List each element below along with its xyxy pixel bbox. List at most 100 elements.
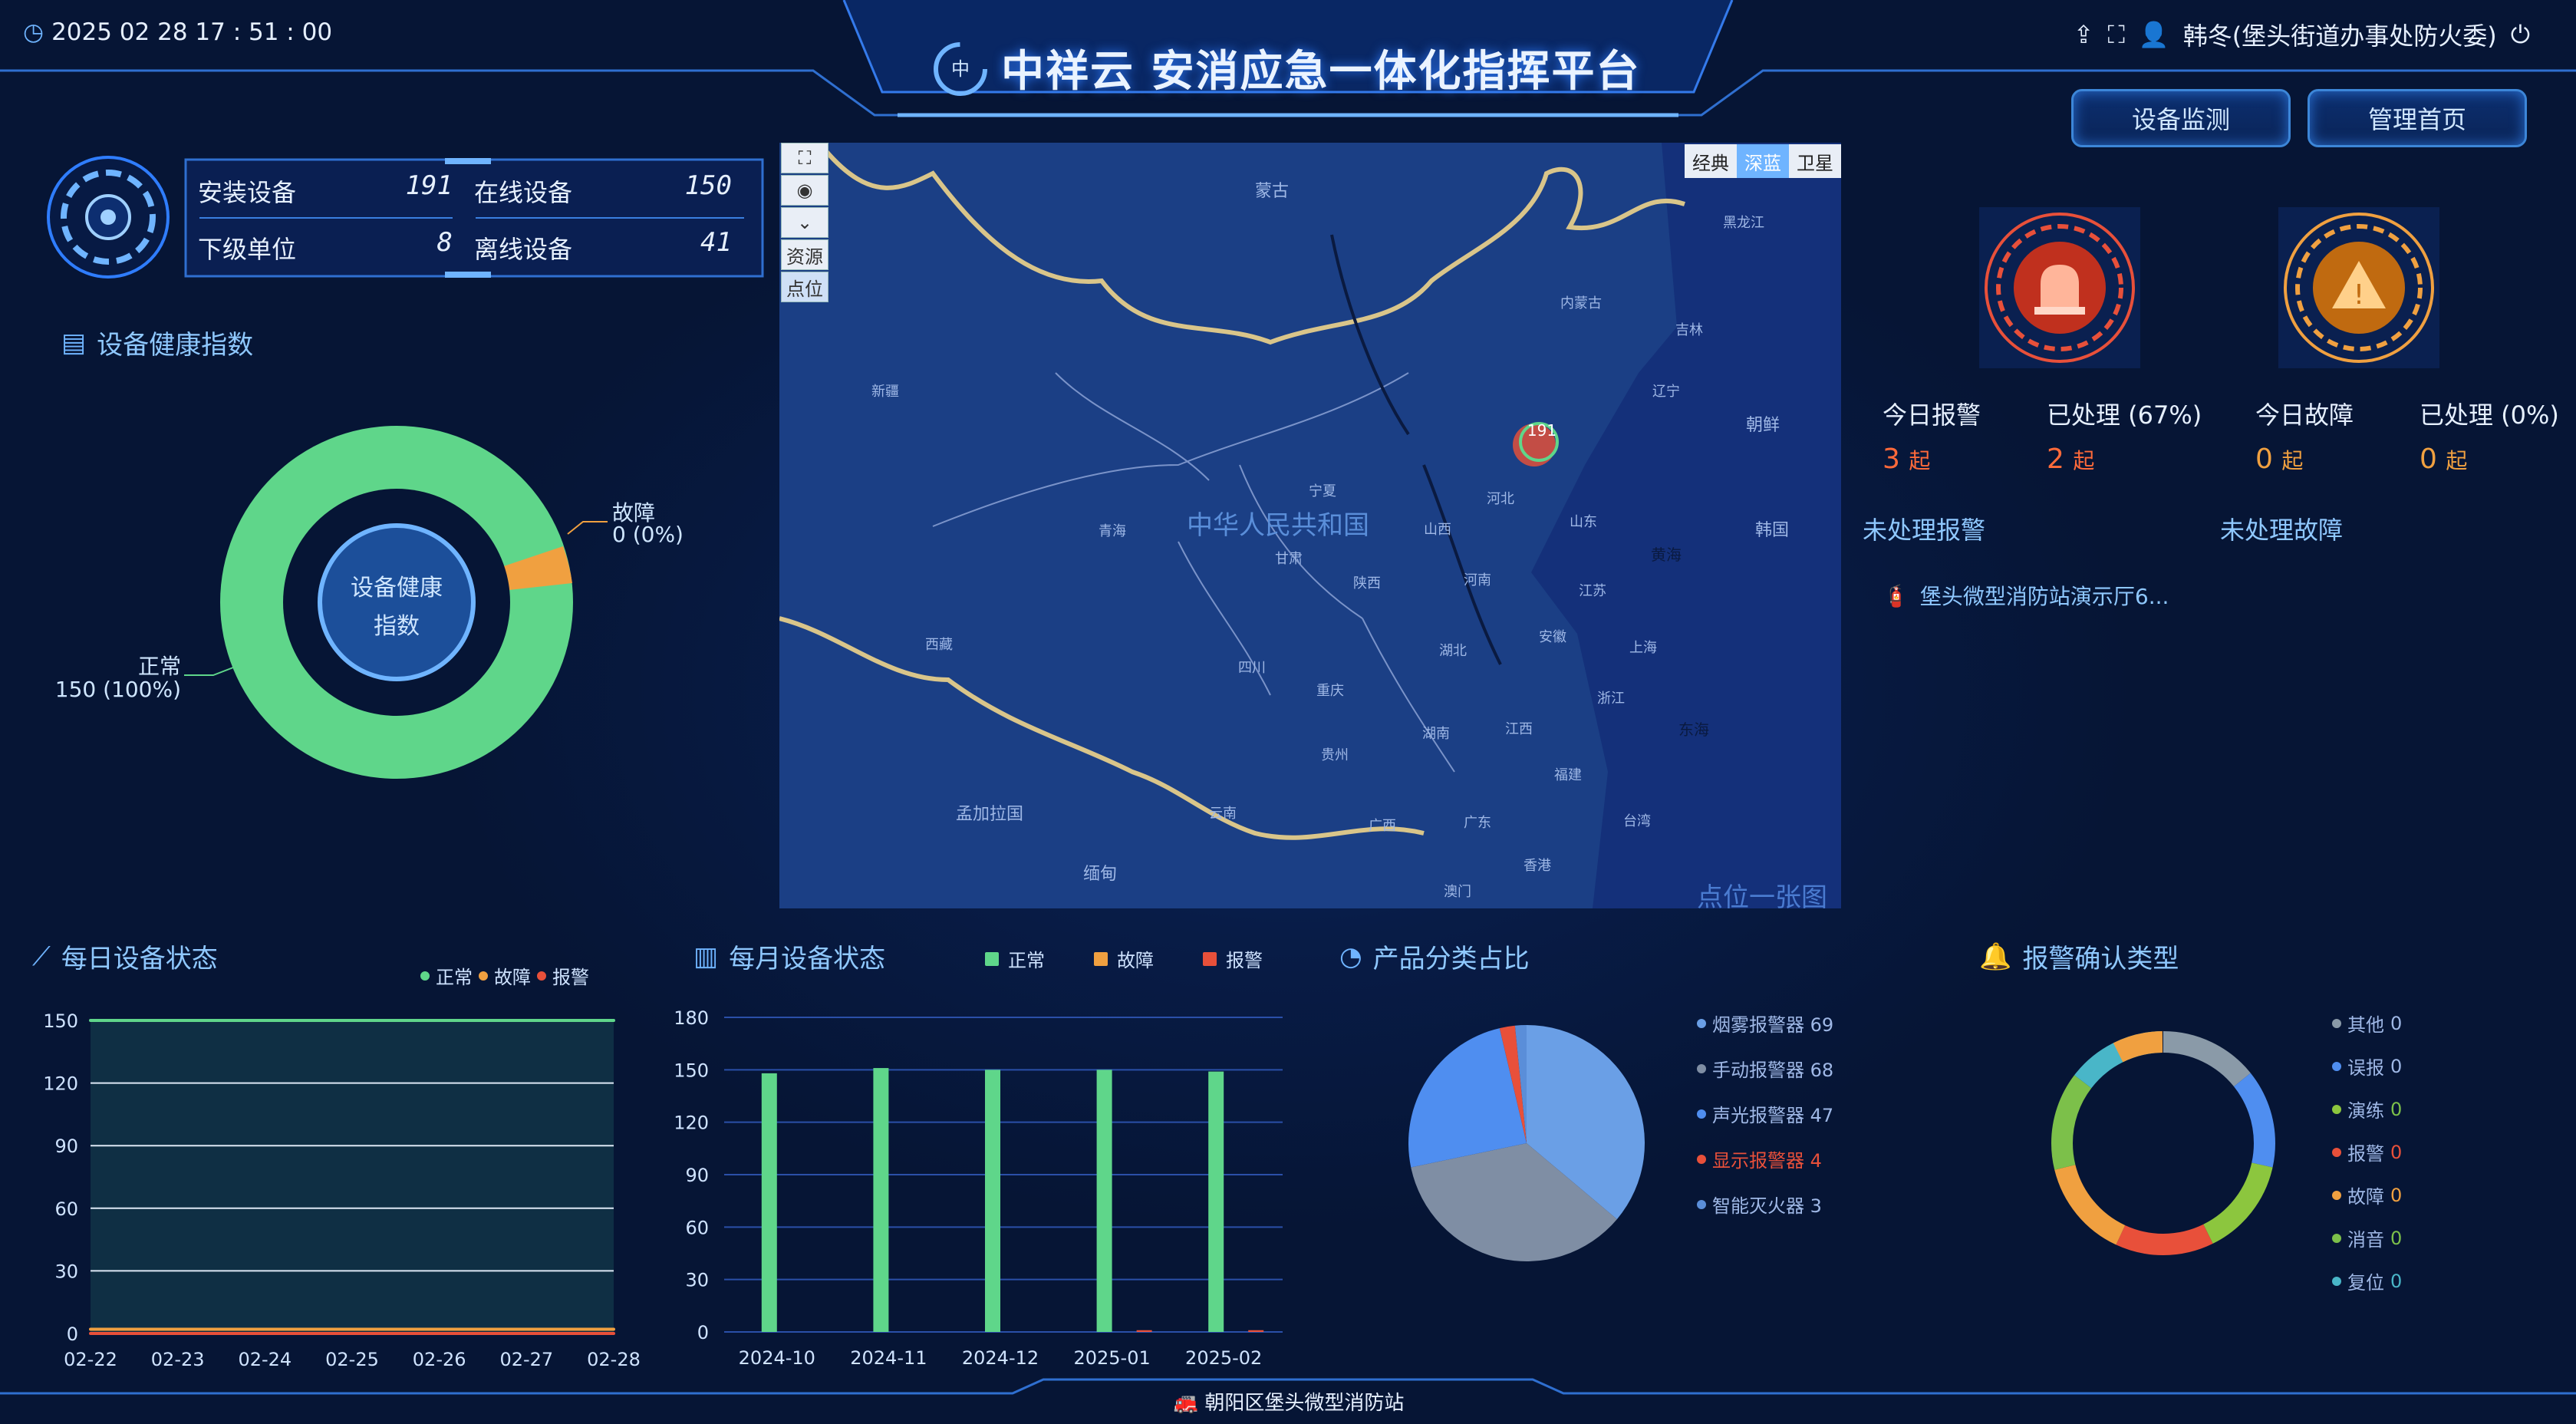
daily-legend: 正常 故障 报警 (420, 962, 589, 989)
daily-xtick: 02-24 (238, 1349, 292, 1370)
map-label-shandong: 山东 (1570, 514, 1597, 530)
map-type-switch: 经典 深蓝 卫星 (1685, 144, 1841, 178)
daily-point (437, 1327, 441, 1331)
map-resource-button[interactable]: 资源 (781, 239, 828, 270)
fault-processed-value: 0 起 (2420, 443, 2468, 475)
monthly-xtick: 2024-11 (850, 1347, 927, 1369)
confirm-legend-item[interactable]: 误报 0 (2332, 1053, 2402, 1080)
confirm-legend-name: 复位 (2347, 1272, 2384, 1294)
daily-point (525, 1327, 529, 1331)
map-type-classic[interactable]: 经典 (1685, 144, 1737, 178)
monthly-ytick: 0 (697, 1322, 709, 1343)
health-title: ▤ 设备健康指数 (61, 327, 254, 361)
daily-point (612, 1327, 615, 1331)
monthly-legend-normal (985, 951, 999, 966)
monthly-ytick: 150 (674, 1060, 709, 1081)
footer-station: 🚒 朝阳区堡头微型消防站 (1173, 1392, 1405, 1415)
map-label-taiwan: 台湾 (1623, 813, 1651, 829)
daily-xtick: 02-25 (325, 1349, 379, 1370)
monthly-bar (1208, 1071, 1224, 1332)
device-monitor-button[interactable]: 设备监测 (2071, 89, 2291, 147)
daily-point (176, 1332, 180, 1335)
confirm-legend-item[interactable]: 消音 0 (2332, 1225, 2402, 1251)
confirm-legend-dot (2332, 1147, 2341, 1157)
product-legend-item[interactable]: 烟雾报警器 69 (1697, 1010, 1833, 1037)
product-legend-item[interactable]: 显示报警器 4 (1697, 1145, 1833, 1172)
map-label-xinjiang: 新疆 (871, 384, 899, 400)
online-value: 150 (684, 170, 732, 201)
user-icon: 👤 (2138, 20, 2169, 49)
map-point-button[interactable]: 点位 (781, 272, 828, 302)
map-label-hebei: 河北 (1487, 491, 1514, 507)
daily-point (525, 1332, 529, 1335)
gear-icon (47, 156, 170, 279)
fault-processed-label: 已处理 (0%) (2420, 400, 2559, 430)
alarm-list-item[interactable]: 🧯 堡头微型消防站演示厅6... (1883, 580, 2169, 611)
daily-ytick: 120 (43, 1073, 78, 1095)
map-label-korea: 韩国 (1755, 521, 1789, 540)
confirm-legend-item[interactable]: 报警 0 (2332, 1139, 2402, 1165)
confirm-legend-name: 其他 (2347, 1014, 2384, 1036)
map-label-anhui: 安徽 (1539, 629, 1566, 645)
map-label-bangladesh: 孟加拉国 (956, 805, 1023, 824)
confirm-legend-dot (2332, 1018, 2341, 1028)
map-label-huanghai: 黄海 (1651, 546, 1682, 564)
power-icon[interactable]: ⏻ (2511, 20, 2530, 50)
map-locate-icon[interactable]: ◉ (781, 175, 828, 206)
product-legend-item[interactable]: 手动报警器 68 (1697, 1055, 1833, 1082)
product-legend-item[interactable]: 声光报警器 47 (1697, 1100, 1833, 1127)
admin-home-button[interactable]: 管理首页 (2308, 89, 2527, 147)
map-type-deepblue[interactable]: 深蓝 (1737, 144, 1789, 178)
map-type-satellite[interactable]: 卫星 (1789, 144, 1841, 178)
confirm-legend-item[interactable]: 其他 0 (2332, 1010, 2402, 1037)
product-legend-dot (1697, 1063, 1706, 1073)
map-label-gansu: 甘肃 (1275, 551, 1303, 567)
daily-point (89, 1019, 92, 1022)
confirm-legend-item[interactable]: 故障 0 (2332, 1182, 2402, 1208)
daily-area-fill (91, 1020, 614, 1333)
map-label-hubei: 湖北 (1439, 643, 1467, 659)
map-label-liaoning: 辽宁 (1652, 384, 1680, 400)
confirm-legend-item[interactable]: 复位 0 (2332, 1267, 2402, 1294)
monthly-xtick: 2025-02 (1185, 1347, 1262, 1369)
unhandled-fault-tab[interactable]: 未处理故障 (2220, 511, 2343, 546)
confirm-legend-item[interactable]: 演练 0 (2332, 1096, 2402, 1122)
offline-value: 41 (700, 227, 732, 258)
map-zoom-fit-icon[interactable]: ⛶ (781, 143, 828, 173)
map-label-yunnan: 云南 (1209, 806, 1237, 822)
map-label-neimenggu: 内蒙古 (1560, 295, 1602, 312)
map-label-macau: 澳门 (1444, 884, 1471, 900)
sub-unit-label: 下级单位 (198, 235, 297, 264)
product-legend: 烟雾报警器 69 手动报警器 68 声光报警器 47 显示报警器 4 智能灭火器 3 (1697, 1010, 1833, 1236)
daily-point (89, 1327, 92, 1331)
daily-xtick: 02-22 (64, 1349, 117, 1370)
daily-chart: 0 30 60 90 120 150 02-22 02-23 02-24 02-25 02-26 02… (43, 1010, 641, 1370)
product-legend-text: 显示报警器 4 (1712, 1150, 1822, 1172)
upload-icon[interactable]: ⇪ (2074, 20, 2094, 49)
monthly-bar (1136, 1330, 1152, 1332)
confirm-legend-value: 0 (2390, 1098, 2403, 1120)
map-label-xizang: 西藏 (925, 637, 953, 653)
map-view[interactable]: 191 中华人民共和国 蒙古 黑龙江 内蒙古 吉林 新疆 辽宁 朝鲜 河北 宁夏… (779, 143, 1841, 908)
monthly-xtick: 2024-12 (962, 1347, 1039, 1369)
daily-point (612, 1332, 615, 1335)
monthly-ytick: 90 (685, 1165, 709, 1186)
product-legend-item[interactable]: 智能灭火器 3 (1697, 1191, 1833, 1218)
map-collapse-icon[interactable]: ⌄ (781, 207, 828, 238)
daily-ytick: 90 (54, 1136, 78, 1157)
svg-text:!: ! (2354, 279, 2364, 311)
map-label-heilongjiang: 黑龙江 (1723, 215, 1764, 231)
sub-unit-value: 8 (436, 227, 453, 258)
daily-xtick: 02-27 (499, 1349, 553, 1370)
fault-value: 0 (0%) (612, 522, 684, 547)
alarm-processed-label: 已处理 (67%) (2047, 400, 2202, 430)
product-legend-dot (1697, 1018, 1706, 1028)
unhandled-alarm-tab[interactable]: 未处理报警 (1863, 511, 1985, 546)
map-canvas[interactable]: 191 中华人民共和国 蒙古 黑龙江 内蒙古 吉林 新疆 辽宁 朝鲜 河北 宁夏… (779, 143, 1841, 908)
daily-point (351, 1019, 354, 1022)
today-alarm-value: 3 起 (1883, 443, 1931, 475)
fullscreen-icon[interactable]: ⛶ (2107, 20, 2124, 50)
map-label-guangxi: 广西 (1369, 818, 1396, 834)
monthly-chart: 0 30 60 90 120 150 180 2024-10 2024-11 2024-12 202… (674, 1007, 1283, 1369)
user-name[interactable]: 韩冬(堡头街道办事处防火委) (2183, 17, 2497, 52)
